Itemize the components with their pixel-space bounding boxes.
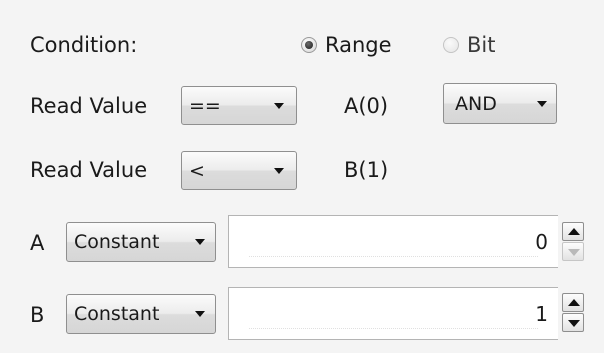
- spin-down-button-b[interactable]: [562, 313, 584, 332]
- input-b-label: B: [30, 303, 45, 327]
- logic-select[interactable]: AND: [443, 83, 557, 124]
- spinner-a: [562, 222, 584, 261]
- chevron-down-icon: [274, 167, 284, 174]
- source-select-b[interactable]: Constant: [66, 294, 216, 334]
- operand-label-a: A(0): [344, 94, 389, 118]
- triangle-up-icon: [568, 299, 580, 306]
- source-select-a[interactable]: Constant: [66, 222, 216, 262]
- radio-selected-icon: [301, 37, 317, 53]
- value-input-b[interactable]: 1: [228, 287, 558, 340]
- operator-select-2[interactable]: <: [181, 151, 297, 190]
- chevron-down-icon: [537, 100, 547, 107]
- read-value-label-2: Read Value: [30, 158, 148, 182]
- input-a-label: A: [30, 231, 45, 255]
- logic-select-value: AND: [455, 92, 497, 115]
- value-input-a-text: 0: [535, 229, 548, 254]
- chevron-down-icon: [195, 239, 205, 245]
- condition-panel: Condition: Range Bit Read Value == A(0) …: [0, 0, 604, 353]
- radio-range-label: Range: [325, 33, 392, 57]
- spin-up-button-a[interactable]: [562, 222, 584, 241]
- radio-bit-label: Bit: [467, 33, 496, 57]
- source-select-b-value: Constant: [74, 303, 160, 325]
- triangle-down-icon: [568, 320, 580, 327]
- triangle-up-icon: [568, 228, 580, 235]
- value-input-a[interactable]: 0: [228, 215, 558, 268]
- operator-select-1[interactable]: ==: [181, 86, 297, 125]
- radio-unselected-icon: [443, 37, 459, 53]
- operand-label-b: B(1): [344, 158, 389, 182]
- operator-select-1-value: ==: [189, 94, 221, 117]
- operator-select-2-value: <: [189, 159, 205, 182]
- chevron-down-icon: [195, 311, 205, 317]
- spin-up-button-b[interactable]: [562, 293, 584, 312]
- triangle-down-icon: [568, 249, 580, 256]
- spin-down-button-a[interactable]: [562, 242, 584, 261]
- source-select-a-value: Constant: [74, 231, 160, 253]
- radio-bit[interactable]: Bit: [443, 32, 495, 58]
- condition-label: Condition:: [30, 33, 138, 57]
- read-value-label-1: Read Value: [30, 94, 148, 118]
- radio-range[interactable]: Range: [301, 32, 392, 58]
- chevron-down-icon: [274, 102, 284, 109]
- value-input-b-text: 1: [535, 301, 548, 326]
- spinner-b: [562, 293, 584, 332]
